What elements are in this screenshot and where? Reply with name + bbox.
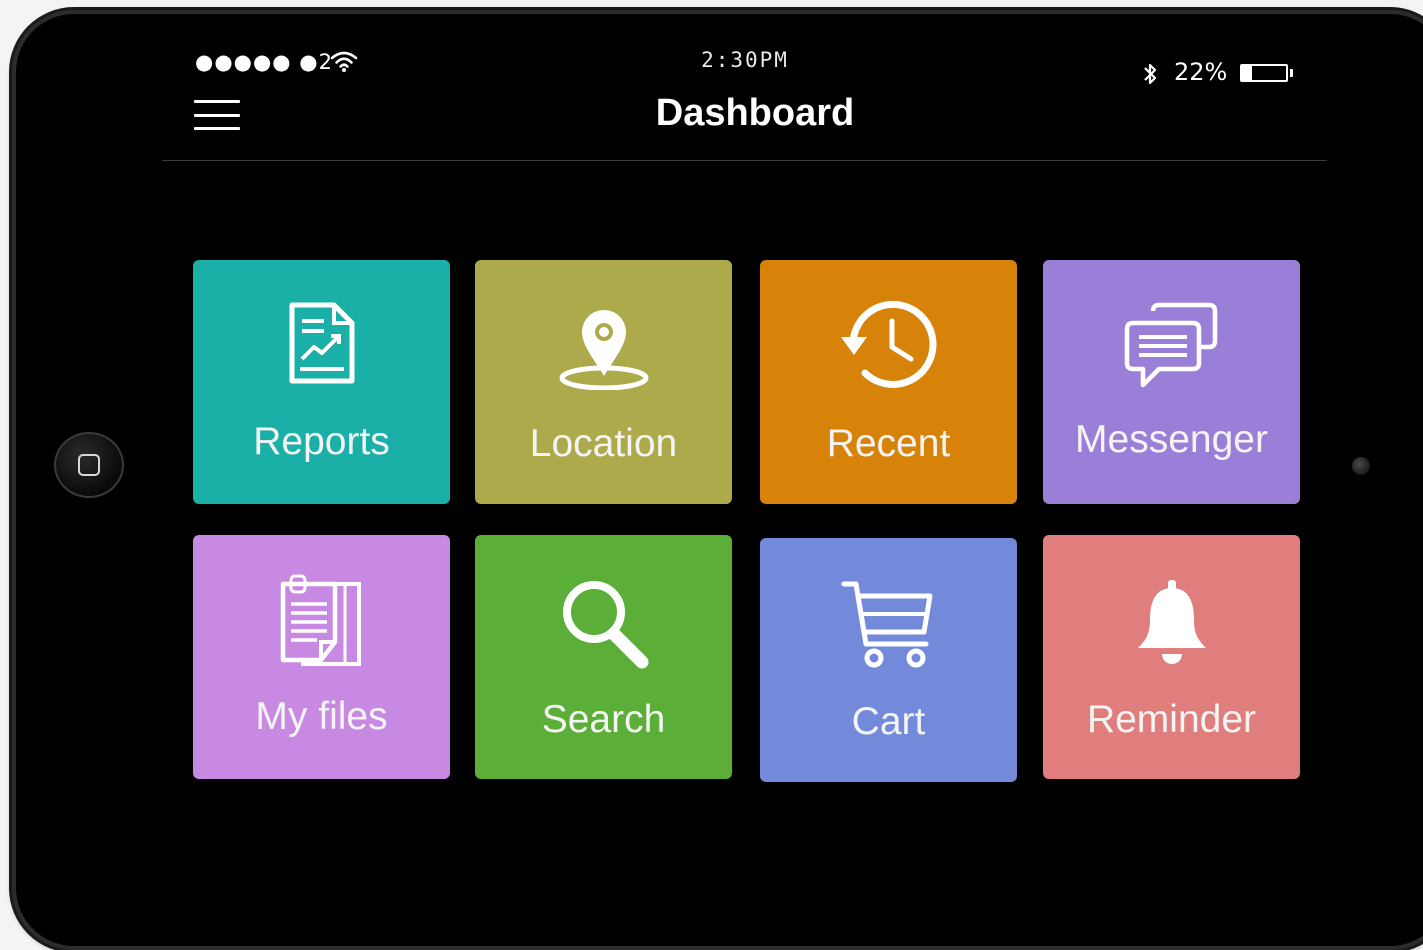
documents-icon [193, 565, 450, 675]
menu-line [194, 100, 240, 103]
tile-label: Cart [851, 700, 926, 743]
tile-label: Search [541, 698, 666, 741]
page-title: Dashboard [655, 92, 855, 134]
header-divider [162, 160, 1327, 161]
tile-reports[interactable]: Reports [193, 260, 450, 504]
search-icon [475, 569, 732, 679]
menu-line [194, 113, 240, 117]
menu-line [194, 127, 240, 130]
tile-label: Reports [253, 420, 390, 463]
bluetooth-icon [1144, 63, 1157, 85]
location-pin-icon [475, 290, 732, 400]
tile-label: My files [255, 695, 388, 738]
tile-my-files[interactable]: My files [193, 535, 450, 779]
status-time: 2:30PM [701, 48, 789, 72]
chat-bubbles-icon [1043, 292, 1300, 402]
battery-icon [1240, 64, 1288, 82]
tile-label: Messenger [1075, 418, 1268, 461]
wifi-icon [330, 51, 358, 72]
cart-icon [760, 568, 1017, 678]
tile-label: Reminder [1086, 698, 1257, 741]
tile-reminder[interactable]: Reminder [1043, 535, 1300, 779]
tile-label: Recent [826, 422, 951, 465]
hamburger-menu-icon[interactable] [194, 100, 240, 130]
tile-location[interactable]: Location [475, 260, 732, 504]
signal-strength: ●●●●● ●2 [195, 50, 333, 74]
bell-icon [1043, 567, 1300, 677]
reports-chart-icon [193, 288, 450, 398]
history-clock-icon [760, 290, 1017, 400]
battery-percent: 22% [1174, 58, 1228, 86]
battery-fill [1242, 66, 1252, 80]
home-button[interactable] [54, 432, 124, 498]
camera-icon [1352, 457, 1370, 475]
tile-label: Location [529, 422, 678, 465]
tile-messenger[interactable]: Messenger [1043, 260, 1300, 504]
tile-recent[interactable]: Recent [760, 260, 1017, 504]
home-square-icon [78, 454, 100, 476]
tile-search[interactable]: Search [475, 535, 732, 779]
battery-nub [1290, 69, 1293, 77]
tile-cart[interactable]: Cart [760, 538, 1017, 782]
